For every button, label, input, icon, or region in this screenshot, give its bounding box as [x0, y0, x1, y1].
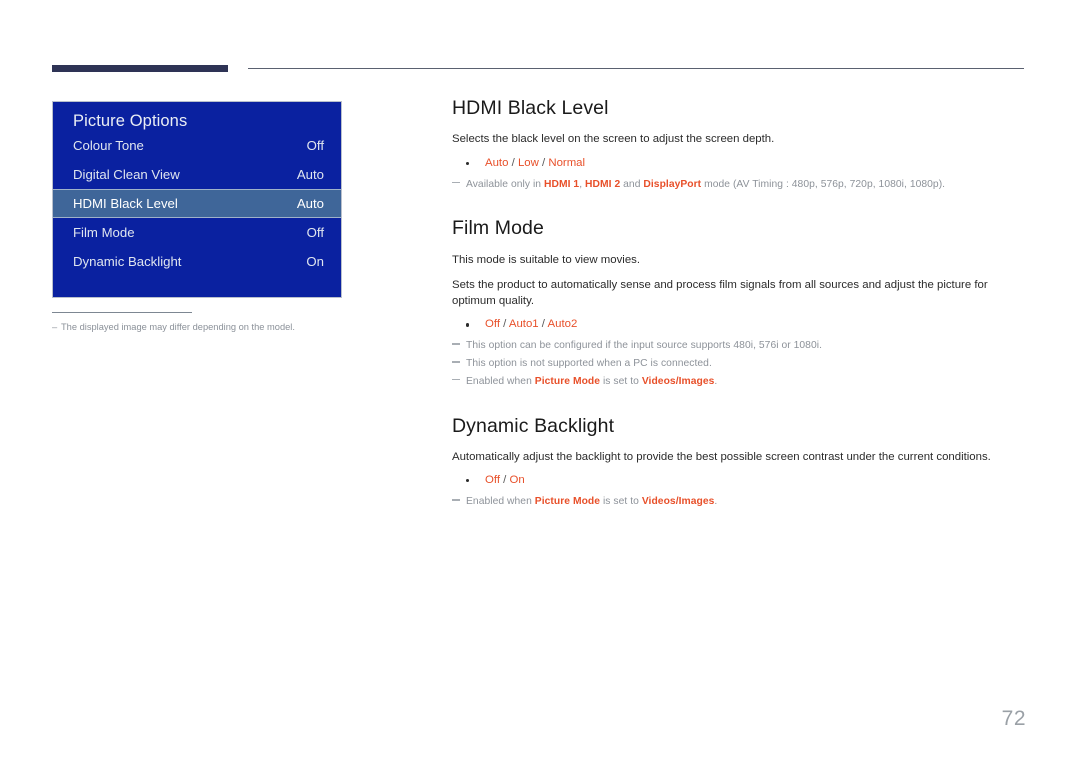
osd-row-film-mode[interactable]: Film Mode Off — [53, 218, 341, 247]
section-film-mode: Film Mode This mode is suitable to view m… — [452, 216, 1024, 390]
section-title: Dynamic Backlight — [452, 414, 615, 437]
option-value: On — [509, 474, 525, 487]
plain-text: and — [620, 178, 644, 190]
highlight-text: Videos/Images — [641, 375, 715, 387]
note-list: Available only in HDMI 1, HDMI 2 and Dis… — [452, 176, 1024, 194]
highlight-text: Picture Mode — [534, 375, 601, 387]
header-accent-bar — [52, 65, 228, 72]
section-paragraph: Selects the black level on the screen to… — [452, 133, 775, 146]
section-paragraph: This mode is suitable to view movies. — [452, 253, 641, 266]
plain-text: Enabled when — [466, 375, 535, 387]
osd-row-label: HDMI Black Level — [73, 196, 178, 211]
section-title: HDMI Black Level — [452, 97, 609, 119]
option-value: Normal — [548, 156, 586, 169]
osd-row-digital-clean-view[interactable]: Digital Clean View Auto — [53, 160, 341, 189]
option-value: Auto2 — [547, 318, 578, 331]
left-footnote: – The displayed image may differ dependin… — [52, 321, 352, 335]
option-list: Off / Auto1 / Auto2 — [452, 316, 1024, 333]
plain-text: Enabled when — [466, 496, 535, 508]
footnote-text: The displayed image may differ depending… — [61, 322, 295, 332]
option-value: Auto1 — [508, 318, 539, 331]
osd-row-value: On — [306, 254, 324, 269]
osd-row-value: Off — [306, 138, 324, 153]
osd-menu-panel: Picture Options Colour Tone Off Digital Cl… — [52, 101, 342, 298]
highlight-text: DisplayPort — [643, 178, 702, 190]
osd-row-value: Off — [306, 225, 324, 240]
highlight-text: Videos/Images — [641, 496, 715, 508]
osd-row-label: Colour Tone — [73, 138, 144, 153]
option-value: Auto — [485, 156, 509, 169]
option-value: Off — [485, 474, 500, 487]
osd-menu-title: Picture Options — [73, 112, 188, 130]
option-separator: / — [499, 318, 509, 331]
section-paragraph: Automatically adjust the backlight to pr… — [452, 450, 991, 463]
option-list-item: Off / On — [452, 472, 1024, 489]
plain-text: is set to — [600, 375, 642, 387]
osd-row-label: Digital Clean View — [73, 167, 180, 182]
option-list: Auto / Low / Normal — [452, 155, 1024, 172]
option-list-item: Off / Auto1 / Auto2 — [452, 316, 1024, 333]
osd-row-label: Dynamic Backlight — [73, 254, 182, 269]
content-column: HDMI Black Level Selects the black level … — [452, 96, 1024, 511]
option-separator: / — [538, 156, 549, 169]
section-paragraph: Sets the product to automatically sense … — [452, 278, 988, 308]
plain-text: . — [714, 375, 718, 387]
osd-row-hdmi-black-level[interactable]: HDMI Black Level Auto — [53, 189, 341, 218]
plain-text: This option can be configured if the inp… — [466, 340, 822, 352]
section-title: Film Mode — [452, 217, 544, 240]
highlight-text: HDMI 2 — [585, 178, 621, 190]
plain-text: Available only in — [466, 178, 544, 190]
plain-text: mode (AV Timing : 480p, 576p, 720p, 1080… — [701, 178, 946, 190]
section-dynamic-backlight: Dynamic Backlight Automatically adjust th… — [452, 414, 1024, 511]
note-item: This option is not supported when a PC i… — [452, 355, 1024, 373]
note-item: Enabled when Picture Mode is set to Vide… — [452, 373, 1024, 391]
note-item: This option can be configured if the inp… — [452, 337, 1024, 355]
option-separator: / — [508, 156, 518, 169]
note-list: Enabled when Picture Mode is set to Vide… — [452, 493, 1024, 511]
document-page: Picture Options Colour Tone Off Digital Cl… — [0, 0, 1080, 763]
highlight-text: Picture Mode — [534, 496, 601, 508]
page-number: 72 — [1001, 707, 1026, 730]
footnote-dash: – — [52, 322, 58, 332]
osd-row-colour-tone[interactable]: Colour Tone Off — [53, 131, 341, 160]
left-footnote-rule — [52, 312, 192, 313]
note-item: Available only in HDMI 1, HDMI 2 and Dis… — [452, 176, 1024, 194]
note-item: Enabled when Picture Mode is set to Vide… — [452, 493, 1024, 511]
osd-row-value: Auto — [296, 167, 324, 182]
section-hdmi-black-level: HDMI Black Level Selects the black level … — [452, 96, 1024, 193]
osd-menu-rows: Colour Tone Off Digital Clean View Auto HDMI… — [53, 131, 341, 276]
osd-row-dynamic-backlight[interactable]: Dynamic Backlight On — [53, 247, 341, 276]
header-rule — [248, 68, 1024, 69]
note-list: This option can be configured if the inp… — [452, 337, 1024, 390]
highlight-text: HDMI 1 — [544, 178, 580, 190]
option-value: Low — [517, 156, 539, 169]
option-list: Off / On — [452, 472, 1024, 489]
option-separator: / — [538, 318, 548, 331]
osd-row-label: Film Mode — [73, 225, 135, 240]
osd-row-value: Auto — [296, 196, 324, 211]
plain-text: . — [714, 496, 718, 508]
plain-text: This option is not supported when a PC i… — [466, 358, 712, 370]
plain-text: is set to — [600, 496, 642, 508]
option-list-item: Auto / Low / Normal — [452, 155, 1024, 172]
option-value: Off — [485, 318, 500, 331]
